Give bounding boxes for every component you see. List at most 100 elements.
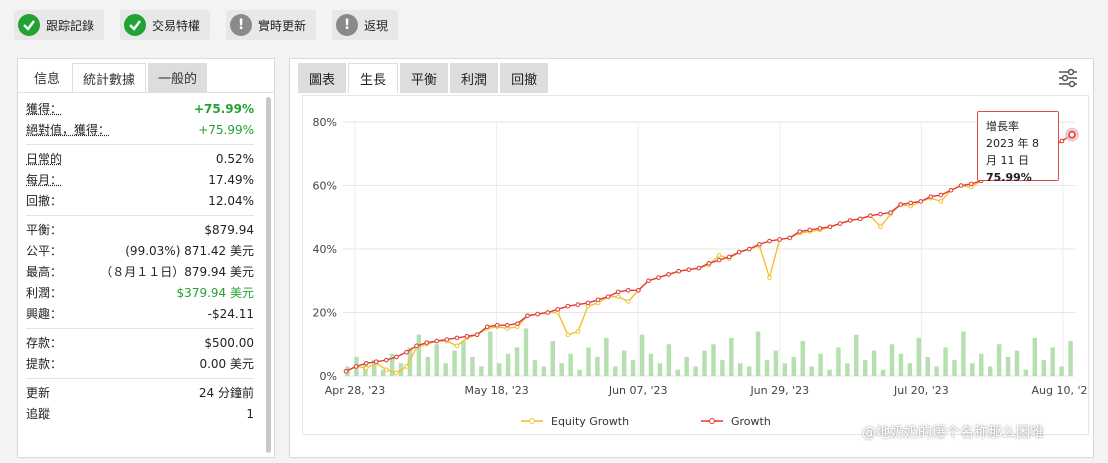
equity-growth-point xyxy=(626,299,631,304)
growth-point xyxy=(696,265,702,271)
growth-point xyxy=(716,257,722,263)
stat-label: 提款： xyxy=(26,357,63,371)
settings-sliders-icon[interactable] xyxy=(1057,67,1079,89)
growth-point xyxy=(686,267,692,272)
volume-bar xyxy=(541,366,547,376)
tab-balance[interactable]: 平衡 xyxy=(400,63,449,93)
badge-cashback[interactable]: ! 返現 xyxy=(332,10,399,40)
exclamation-icon: ! xyxy=(336,14,359,36)
volume-bar xyxy=(568,353,573,376)
stats-scrollbar[interactable] xyxy=(266,97,271,453)
volume-bar xyxy=(559,363,564,376)
equity-growth-point xyxy=(404,364,409,369)
growth-highlight-point xyxy=(1068,130,1076,139)
growth-point xyxy=(777,237,782,242)
tab-profit[interactable]: 利潤 xyxy=(450,63,499,93)
volume-bar xyxy=(862,360,868,376)
growth-point xyxy=(666,272,671,277)
stat-row-drawdown: 回撤： 12.04% xyxy=(26,190,254,211)
volume-bar xyxy=(470,356,475,376)
growth-point xyxy=(726,254,732,260)
growth-point xyxy=(888,210,893,215)
volume-bar xyxy=(452,350,457,376)
tooltip-date: 2023 年 8 月 11 日 xyxy=(986,137,1039,167)
volume-bar xyxy=(586,347,591,376)
tab-statistics[interactable]: 統計數據 xyxy=(72,63,147,92)
badge-trading-privileges[interactable]: 交易特權 xyxy=(120,10,211,40)
y-tick-label: 40% xyxy=(313,243,337,256)
equity-growth-point xyxy=(363,365,369,371)
stat-label: 興趣： xyxy=(26,307,63,321)
stats-list: 獲得： +75.99% 絕對值，獲得： +75.99% 日常的 0.52% 每月： 17… xyxy=(18,93,264,428)
volume-bar xyxy=(514,347,520,376)
tab-info[interactable]: 信息 xyxy=(24,63,70,92)
equity-growth-point xyxy=(938,199,944,204)
volume-bar xyxy=(845,363,850,376)
exclamation-icon: ! xyxy=(230,14,253,36)
equity-growth-point xyxy=(454,343,460,349)
growth-point xyxy=(515,321,520,326)
volume-bar xyxy=(684,356,689,376)
growth-point xyxy=(767,238,772,244)
growth-point xyxy=(918,199,924,204)
y-tick-label: 80% xyxy=(313,116,337,129)
equity-growth-point xyxy=(575,329,581,334)
growth-point xyxy=(736,249,742,255)
badge-track-record[interactable]: 跟踪記錄 xyxy=(14,10,105,40)
y-tick-label: 60% xyxy=(313,180,337,193)
legend-growth-label: Growth xyxy=(731,415,771,428)
stat-label: 公平： xyxy=(26,244,63,258)
volume-bar xyxy=(818,353,823,376)
volume-bar xyxy=(702,350,707,376)
x-tick-label: Apr 28, '23 xyxy=(325,384,386,397)
growth-point xyxy=(676,268,682,274)
growth-point xyxy=(656,275,661,280)
tab-drawdown[interactable]: 回撤 xyxy=(500,63,549,93)
equity-growth-point xyxy=(716,253,722,258)
growth-point xyxy=(928,194,934,199)
stat-row-updated: 更新 24 分鐘前 xyxy=(26,382,254,403)
volume-bar xyxy=(479,366,484,376)
growth-point xyxy=(938,192,944,198)
badge-label: 實時更新 xyxy=(258,18,307,33)
x-tick-label: Jun 07, '23 xyxy=(608,384,668,397)
stat-value: (99.03%) 871.42 美元 xyxy=(125,244,254,258)
volume-bar xyxy=(764,360,770,376)
badge-realtime-update[interactable]: ! 實時更新 xyxy=(226,10,317,40)
legend-equity-marker xyxy=(529,418,535,424)
volume-bar xyxy=(720,360,725,376)
stats-group-gain: 獲得： +75.99% 絕對值，獲得： +75.99% xyxy=(26,95,254,145)
stat-row-highest: 最高： （８月１１日）879.94 美元 xyxy=(26,261,254,282)
equity-growth-point xyxy=(767,275,772,280)
stat-row-balance: 平衡： $879.94 xyxy=(26,219,254,240)
stat-label: 存款： xyxy=(26,336,63,350)
growth-point xyxy=(797,229,803,234)
volume-bar xyxy=(943,347,948,376)
tab-general[interactable]: 一般的 xyxy=(148,63,208,92)
stat-value: 17.49% xyxy=(208,172,254,187)
tooltip-title: 增長率 xyxy=(986,120,1019,133)
growth-chart[interactable]: 0% 20% 40% 60% 80% Apr 28, '23 May 18, '23 Jun … xyxy=(302,95,1095,435)
volume-bar xyxy=(666,344,672,376)
growth-point xyxy=(605,294,611,299)
volume-bar xyxy=(1032,337,1038,376)
volume-bar xyxy=(577,369,582,376)
stat-row-equity: 公平： (99.03%) 871.42 美元 xyxy=(26,240,254,261)
growth-point xyxy=(585,300,591,306)
volume-bar xyxy=(675,369,680,376)
volume-bar xyxy=(630,360,636,376)
volume-bar xyxy=(416,334,422,376)
tab-growth[interactable]: 生長 xyxy=(348,63,399,93)
stats-group-rates: 日常的 0.52% 每月： 17.49% 回撤： 12.04% xyxy=(26,145,254,216)
tab-chart[interactable]: 圖表 xyxy=(298,63,347,93)
growth-point xyxy=(434,338,440,344)
stat-label: 利潤： xyxy=(26,286,63,300)
stats-group-deposits: 存款： $500.00 提款： 0.00 美元 xyxy=(26,329,254,379)
stat-label: 獲得： xyxy=(26,102,63,116)
check-icon xyxy=(18,14,40,36)
volume-bar xyxy=(996,344,1002,376)
y-tick-label: 0% xyxy=(320,370,337,383)
volume-bar xyxy=(746,366,752,376)
growth-point xyxy=(646,278,651,284)
volume-bar xyxy=(952,360,957,376)
